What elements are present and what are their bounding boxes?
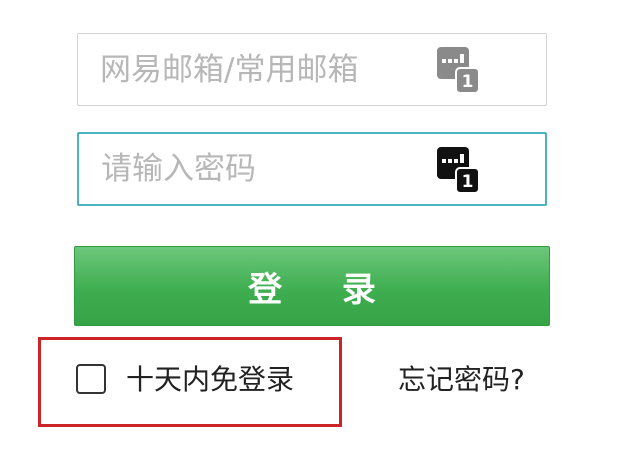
soft-keyboard-icon[interactable]: 1 [436,46,480,94]
login-button[interactable]: 登 录 [74,246,550,326]
remember-checkbox[interactable] [76,364,106,394]
svg-text:1: 1 [462,72,474,92]
password-field[interactable]: 1 [77,132,547,206]
forgot-password-link[interactable]: 忘记密码? [398,362,525,398]
username-input[interactable] [78,34,418,105]
password-input[interactable] [79,134,419,204]
svg-text:1: 1 [462,172,474,192]
remember-label[interactable]: 十天内免登录 [126,362,294,398]
soft-keyboard-icon[interactable]: 1 [436,146,480,194]
username-field[interactable]: 1 [77,33,547,106]
